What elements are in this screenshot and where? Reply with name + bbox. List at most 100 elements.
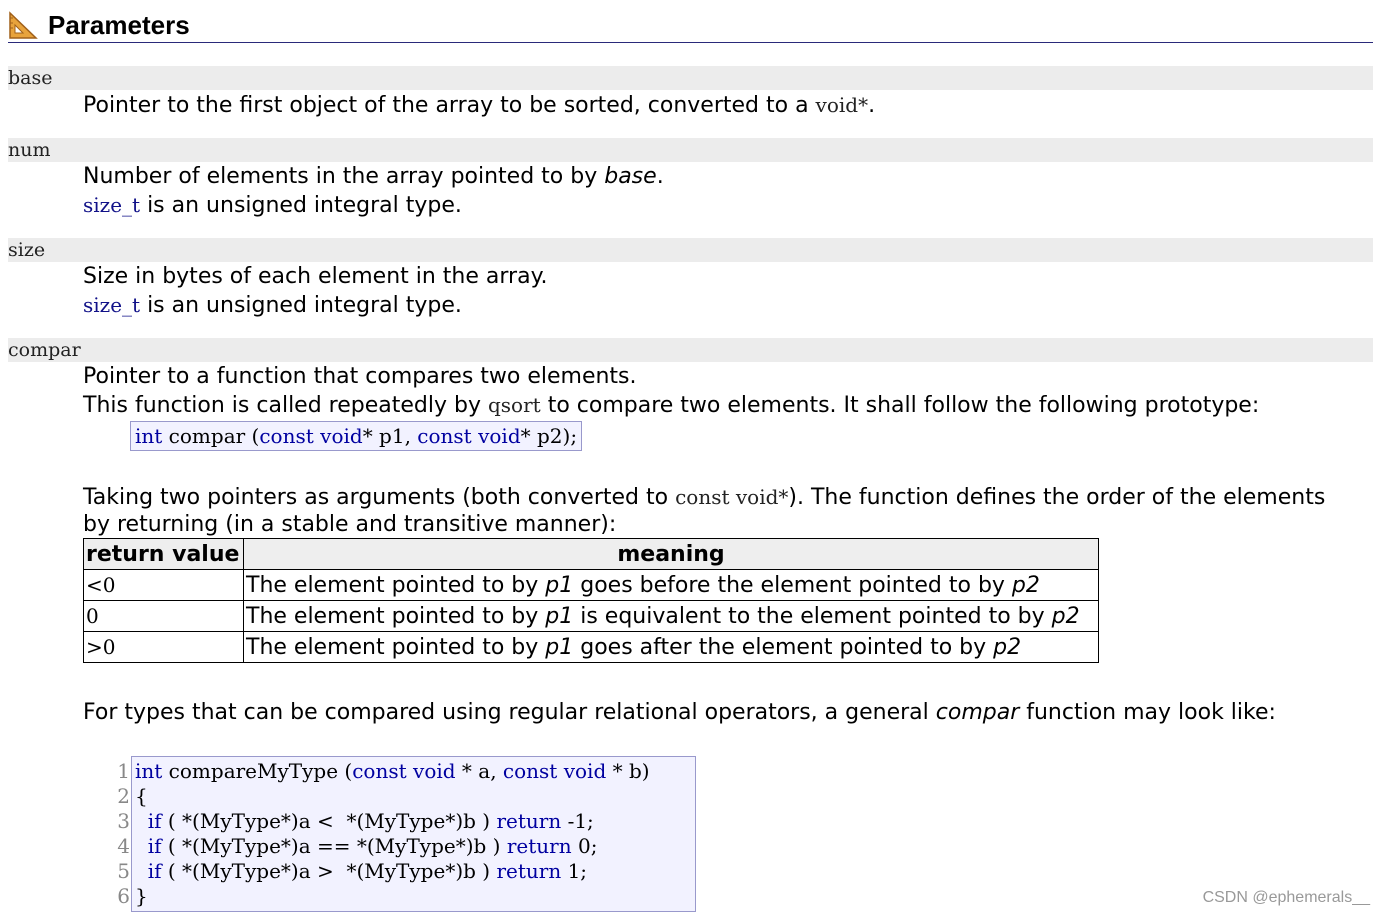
- type-link[interactable]: size_t: [83, 293, 140, 317]
- code-text: ( *(MyType*)a < *(MyType*)b ): [161, 809, 497, 833]
- description-text: is an unsigned integral type.: [140, 293, 462, 318]
- code-keyword: return: [496, 809, 562, 833]
- code-text: compareMyType (: [162, 759, 353, 783]
- code-text: * a,: [455, 759, 503, 783]
- line-number: 2: [117, 784, 130, 808]
- section-title: Parameters: [48, 10, 190, 40]
- cell-text: goes before the element pointed to by: [573, 572, 1012, 598]
- description-text: Number of elements in the array pointed …: [83, 164, 605, 189]
- code-keyword: return: [506, 834, 572, 858]
- description-text: .: [868, 93, 876, 118]
- type-link[interactable]: size_t: [83, 193, 140, 217]
- code-text: }: [135, 884, 148, 908]
- description-text: to compare two elements. It shall follow…: [540, 393, 1260, 418]
- param-reference: p2: [993, 634, 1022, 660]
- code-keyword: if: [147, 834, 162, 858]
- code-text: 1;: [561, 859, 588, 883]
- cell-text: The element pointed to by: [246, 572, 546, 598]
- prototype-code: int compar (const void* p1, const void* …: [130, 421, 583, 451]
- meaning-cell: The element pointed to by p1 goes before…: [243, 569, 1099, 601]
- param-reference: p2: [1051, 603, 1080, 629]
- param-reference: compar: [935, 700, 1020, 725]
- return-value-table: return value meaning <0 The element poin…: [83, 538, 1099, 663]
- code-text: {: [135, 784, 148, 808]
- param-name: num: [8, 139, 51, 161]
- param-reference: base: [604, 164, 657, 189]
- param-description-line2: size_t is an unsigned integral type.: [83, 191, 462, 220]
- description-text: This function is called repeatedly by: [83, 393, 488, 418]
- inline-code: void*: [815, 93, 869, 117]
- param-name-bar-size: size: [8, 238, 1373, 262]
- cell-text: is equivalent to the element pointed to …: [573, 603, 1052, 629]
- param-description: Pointer to a function that compares two …: [83, 364, 637, 389]
- code-keyword: const void: [352, 759, 456, 783]
- code-text: * p2);: [520, 424, 578, 448]
- return-value-cell: 0: [83, 600, 244, 632]
- meaning-cell: The element pointed to by p1 is equivale…: [243, 600, 1099, 632]
- description-text: ). The function defines the order of the…: [788, 485, 1326, 510]
- code-keyword: const void: [417, 424, 521, 448]
- section-header: Parameters: [8, 6, 1373, 43]
- code-text: 0;: [571, 834, 598, 858]
- code-line: {: [135, 784, 148, 809]
- param-name: compar: [8, 339, 81, 361]
- param-name-bar-num: num: [8, 138, 1373, 162]
- code-text: * b): [606, 759, 650, 783]
- line-number: 6: [117, 884, 130, 908]
- param-name-bar-base: base: [8, 66, 1373, 90]
- param-description: Size in bytes of each element in the arr…: [83, 264, 548, 289]
- code-line: }: [135, 884, 148, 909]
- line-number: 3: [117, 809, 130, 833]
- column-header: return value: [83, 538, 244, 570]
- code-line: if ( *(MyType*)a == *(MyType*)b ) return…: [135, 834, 598, 859]
- param-reference: p1: [545, 572, 574, 598]
- param-description-line2: size_t is an unsigned integral type.: [83, 291, 462, 320]
- code-example: int compareMyType (const void * a, const…: [131, 756, 696, 912]
- cell-text: goes after the element pointed to by: [573, 634, 994, 660]
- description-text: .: [656, 164, 664, 189]
- closing-paragraph: For types that can be compared using reg…: [83, 699, 1276, 727]
- param-description-line2: This function is called repeatedly by qs…: [83, 391, 1259, 420]
- param-name: base: [8, 67, 53, 89]
- code-line: if ( *(MyType*)a > *(MyType*)b ) return …: [135, 859, 587, 884]
- table-row: >0 The element pointed to by p1 goes aft…: [83, 631, 1099, 663]
- inline-code: qsort: [487, 393, 541, 417]
- table-row: <0 The element pointed to by p1 goes bef…: [83, 569, 1099, 601]
- param-name: size: [8, 239, 46, 261]
- code-text: * p1,: [362, 424, 418, 448]
- return-value-cell: >0: [83, 631, 244, 663]
- ruler-triangle-icon: [9, 11, 38, 39]
- line-numbers: 1 2 3 4 5 6: [100, 759, 130, 909]
- code-text: -1;: [561, 809, 594, 833]
- code-keyword: return: [496, 859, 562, 883]
- meaning-cell: The element pointed to by p1 goes after …: [243, 631, 1099, 663]
- cell-text: The element pointed to by: [246, 634, 546, 660]
- param-reference: p1: [545, 603, 574, 629]
- code-keyword: const void: [259, 424, 363, 448]
- description-text: Pointer to the first object of the array…: [83, 93, 816, 118]
- param-name-bar-compar: compar: [8, 338, 1373, 362]
- description-text: Taking two pointers as arguments (both c…: [83, 485, 676, 510]
- table-header-row: return value meaning: [83, 538, 1099, 570]
- param-description: Pointer to the first object of the array…: [83, 91, 875, 120]
- return-value-cell: <0: [83, 569, 244, 601]
- line-number: 5: [117, 859, 130, 883]
- code-keyword: if: [147, 859, 162, 883]
- watermark: CSDN @ephemerals__: [1202, 889, 1370, 906]
- param-reference: p1: [545, 634, 574, 660]
- inline-code: const void*: [675, 485, 789, 509]
- description-text: function may look like:: [1019, 700, 1276, 725]
- code-line: if ( *(MyType*)a < *(MyType*)b ) return …: [135, 809, 594, 834]
- line-number: 1: [117, 759, 130, 783]
- column-header: meaning: [243, 538, 1099, 570]
- param-description: Number of elements in the array pointed …: [83, 163, 664, 191]
- code-text: ( *(MyType*)a == *(MyType*)b ): [161, 834, 507, 858]
- line-number: 4: [117, 834, 130, 858]
- compar-explanation: Taking two pointers as arguments (both c…: [83, 483, 1325, 512]
- description-text: For types that can be compared using reg…: [83, 700, 936, 725]
- code-keyword: int: [135, 759, 163, 783]
- param-reference: p2: [1011, 572, 1040, 598]
- code-keyword: const void: [502, 759, 607, 783]
